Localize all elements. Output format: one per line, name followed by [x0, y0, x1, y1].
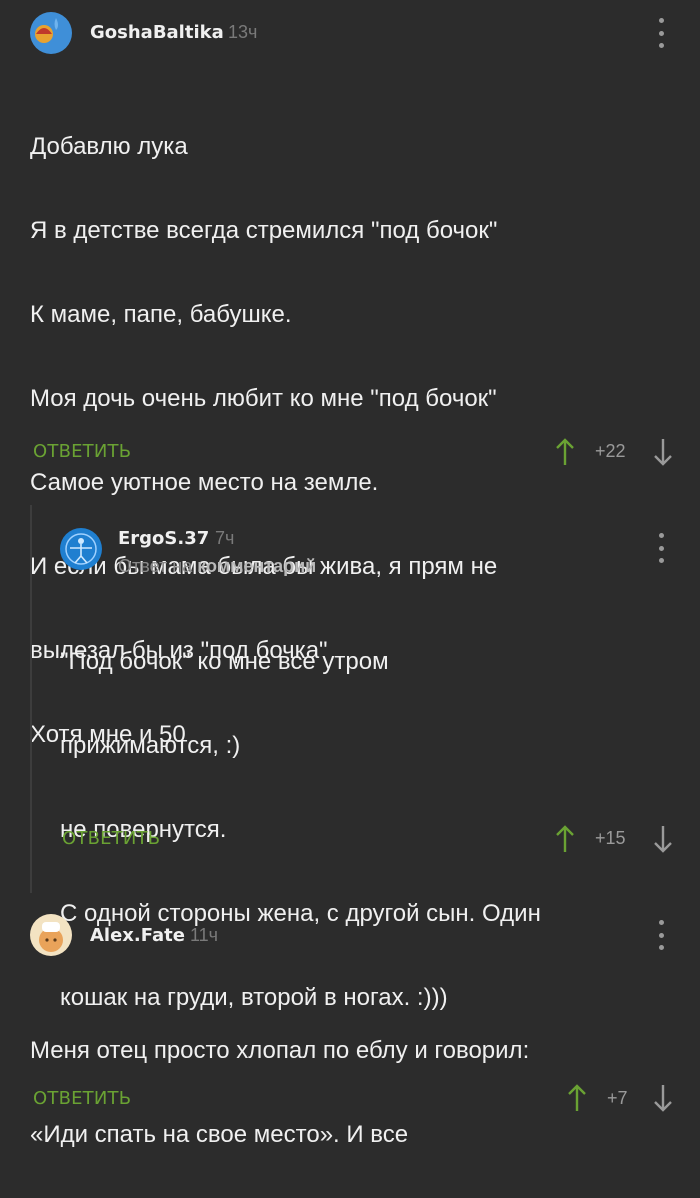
avatar[interactable]	[60, 528, 102, 570]
character-avatar-icon	[30, 914, 72, 956]
more-options-icon[interactable]	[656, 920, 666, 950]
comment-score: +7	[607, 1088, 628, 1108]
reply-to-prefix: Ответ на	[118, 556, 193, 576]
upvote-arrow-icon[interactable]	[566, 1083, 588, 1113]
downvote-arrow-icon[interactable]	[652, 824, 674, 854]
comment-line: прижимаются, :)	[60, 732, 241, 759]
comment-line: Меня отец просто хлопал по еблу и говори…	[30, 1037, 530, 1064]
comment-author[interactable]: ErgoS.37	[118, 528, 209, 549]
comment-score: +15	[595, 828, 626, 848]
vitruvian-avatar-icon	[60, 528, 102, 570]
comment-score: +22	[595, 441, 626, 461]
comment-line: Я в детстве всегда стремился "под бочок"	[30, 217, 498, 244]
comment-line: К маме, папе, бабушке.	[30, 301, 292, 328]
comment-line: "Под бочок" ко мне все утром	[60, 648, 389, 675]
comment-line: Самое уютное место на земле.	[30, 469, 379, 496]
comment-author[interactable]: GoshaBaltika	[90, 22, 224, 43]
comment-line: Добавлю лука	[30, 133, 188, 160]
reply-to-link[interactable]: комментарий	[197, 556, 316, 576]
comment-author[interactable]: Alex.Fate	[90, 925, 185, 946]
more-options-icon[interactable]	[656, 18, 666, 48]
upvote-arrow-icon[interactable]	[554, 824, 576, 854]
comment-time: 13ч	[228, 22, 258, 42]
downvote-arrow-icon[interactable]	[652, 1083, 674, 1113]
avatar[interactable]	[30, 914, 72, 956]
avatar[interactable]	[30, 12, 72, 54]
reply-button[interactable]: ОТВЕТИТЬ	[33, 441, 131, 462]
more-options-icon[interactable]	[656, 533, 666, 563]
comment-line: Моя дочь очень любит ко мне "под бочок"	[30, 385, 497, 412]
comment-time: 7ч	[215, 528, 235, 548]
thread-line	[30, 505, 32, 893]
downvote-arrow-icon[interactable]	[652, 437, 674, 467]
reply-button[interactable]: ОТВЕТИТЬ	[33, 1088, 131, 1109]
upvote-arrow-icon[interactable]	[554, 437, 576, 467]
reply-to-info: Ответ на комментарий	[118, 556, 316, 577]
comment-line: «Иди спать на свое место». И все	[30, 1121, 409, 1148]
reply-button[interactable]: ОТВЕТИТЬ	[62, 828, 160, 849]
comment-time: 11ч	[190, 925, 219, 945]
balloon-avatar-icon	[30, 12, 72, 54]
